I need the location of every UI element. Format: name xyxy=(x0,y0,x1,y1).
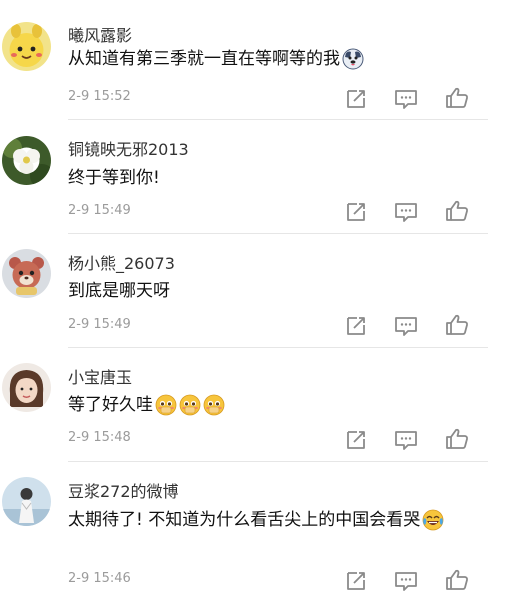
reply-button[interactable] xyxy=(393,314,419,338)
reply-button[interactable] xyxy=(393,569,419,593)
share-icon xyxy=(347,203,365,221)
thumbs-up-icon xyxy=(446,569,468,590)
crying-laughing-emoji xyxy=(422,509,444,531)
comment-text: 太期待了! 不知道为什么看舌尖上的中国会看哭 xyxy=(68,505,468,535)
comment-text-body: 等了好久哇 xyxy=(68,395,153,415)
pleading-face-emoji xyxy=(179,394,201,416)
comment-reply-icon xyxy=(395,431,417,450)
share-icon xyxy=(347,90,365,108)
share-button[interactable] xyxy=(343,200,369,224)
comment-text-body: 到底是哪天呀 xyxy=(68,281,170,301)
divider xyxy=(68,347,488,348)
avatar[interactable] xyxy=(2,249,51,298)
share-icon xyxy=(347,431,365,449)
comment-text: 从知道有第三季就一直在等啊等的我 xyxy=(68,44,468,74)
like-button[interactable] xyxy=(444,427,470,451)
divider xyxy=(68,233,488,234)
share-button[interactable] xyxy=(343,87,369,111)
divider xyxy=(68,461,488,462)
pleading-face-emoji xyxy=(203,394,225,416)
comment-username[interactable]: 杨小熊_26073 xyxy=(68,250,175,274)
comment-text: 终于等到你! xyxy=(68,163,468,193)
reply-button[interactable] xyxy=(393,87,419,111)
avatar[interactable] xyxy=(2,22,51,71)
comment-timestamp: 2-9 15:49 xyxy=(68,317,131,332)
comment-text: 到底是哪天呀 xyxy=(68,276,468,306)
comment-reply-icon xyxy=(395,317,417,336)
comment-timestamp: 2-9 15:52 xyxy=(68,89,131,104)
dog-face-emoji xyxy=(342,48,364,70)
thumbs-up-icon xyxy=(446,314,468,335)
comment-text-body: 太期待了! 不知道为什么看舌尖上的中国会看哭 xyxy=(68,510,421,530)
share-icon xyxy=(347,572,365,590)
comment-timestamp: 2-9 15:48 xyxy=(68,430,131,445)
comment-username[interactable]: 豆浆272的微博 xyxy=(68,478,179,502)
comment-username[interactable]: 小宝唐玉 xyxy=(68,364,132,388)
avatar[interactable] xyxy=(2,363,51,412)
like-button[interactable] xyxy=(444,199,470,223)
comment-text-body: 从知道有第三季就一直在等啊等的我 xyxy=(68,49,340,69)
comment-timestamp: 2-9 15:46 xyxy=(68,571,131,586)
comment-reply-icon xyxy=(395,572,417,591)
thumbs-up-icon xyxy=(446,87,468,108)
comment-username[interactable]: 铜镜映无邪2013 xyxy=(68,136,189,160)
thumbs-up-icon xyxy=(446,428,468,449)
share-icon xyxy=(347,317,365,335)
avatar[interactable] xyxy=(2,477,51,526)
share-button[interactable] xyxy=(343,569,369,593)
comment-reply-icon xyxy=(395,203,417,222)
pleading-face-emoji xyxy=(155,394,177,416)
comment-timestamp: 2-9 15:49 xyxy=(68,203,131,218)
comment-username[interactable]: 曦风露影 xyxy=(68,22,132,46)
avatar[interactable] xyxy=(2,136,51,185)
comment-text: 等了好久哇 xyxy=(68,390,468,420)
divider xyxy=(68,119,488,120)
comment-reply-icon xyxy=(395,90,417,109)
like-button[interactable] xyxy=(444,86,470,110)
reply-button[interactable] xyxy=(393,200,419,224)
like-button[interactable] xyxy=(444,313,470,337)
comment-text-body: 终于等到你! xyxy=(68,168,160,188)
reply-button[interactable] xyxy=(393,428,419,452)
like-button[interactable] xyxy=(444,568,470,592)
share-button[interactable] xyxy=(343,428,369,452)
share-button[interactable] xyxy=(343,314,369,338)
thumbs-up-icon xyxy=(446,200,468,221)
